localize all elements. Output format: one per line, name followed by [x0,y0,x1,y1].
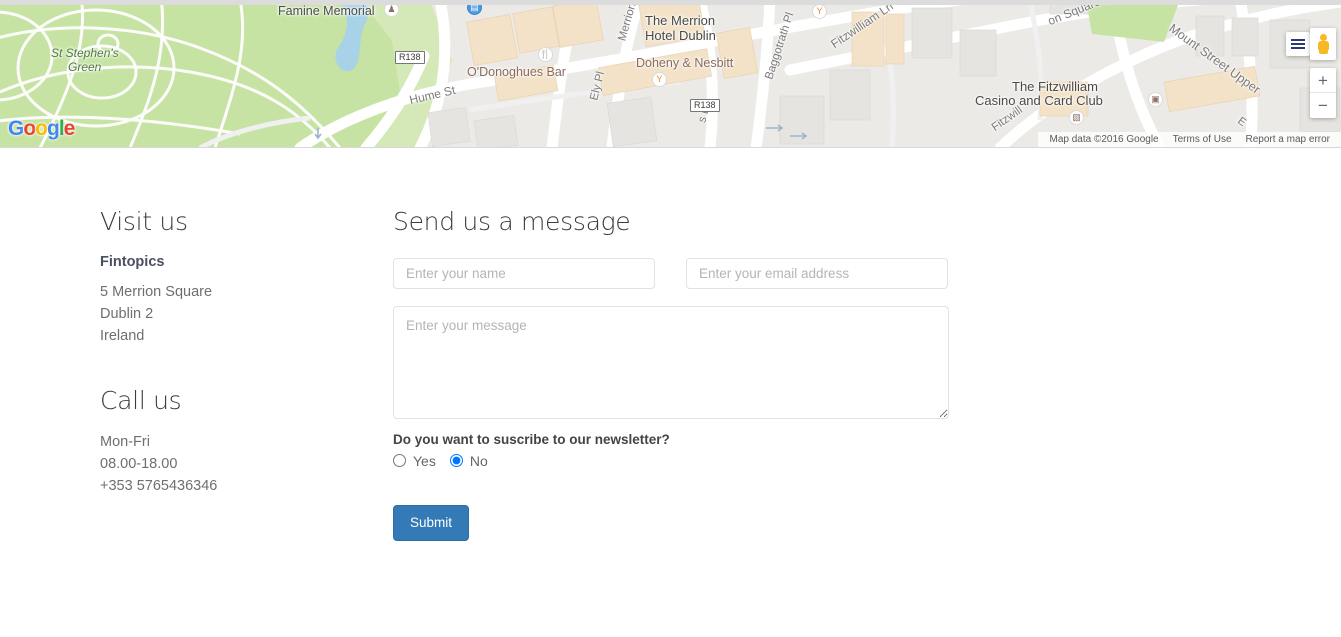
email-input[interactable] [686,257,948,289]
address-line: Dublin 2 [100,306,154,323]
report-map-error-link[interactable]: Report a map error [1239,134,1337,145]
casino-icon[interactable]: ▧ [1069,110,1084,125]
newsletter-label-no[interactable]: No [470,453,488,469]
map-region[interactable]: Famine Memorial St Stephen's Green O'Don… [0,0,1341,148]
column-spacer [100,347,360,387]
opening-hours: 08.00-18.00 [100,455,178,472]
pegman-icon [1317,34,1330,54]
call-us-heading: Call us [100,386,182,416]
zoom-out-button[interactable]: − [1310,93,1336,118]
hours-block: Mon-Fri 08.00-18.00 +353 5765436346 [100,431,360,497]
route-shield-r138: R138 [395,51,425,64]
camera-icon[interactable]: ▣ [1148,92,1163,107]
newsletter-option-yes[interactable]: Yes [393,453,436,469]
name-email-row [393,257,949,289]
name-input[interactable] [393,257,655,289]
newsletter-option-no[interactable]: No [449,453,488,469]
map-top-strip [0,0,1341,5]
map-type-menu-button[interactable] [1286,32,1310,56]
phone-number: +353 5765436346 [100,477,218,494]
newsletter-radio-no[interactable] [449,454,463,467]
contact-details-column: Visit us Fintopics 5 Merrion Square Dubl… [100,208,360,497]
contact-form[interactable]: Do you want to suscribe to our newslette… [393,257,949,542]
newsletter-question: Do you want to suscribe to our newslette… [393,431,670,447]
route-shield-r138: R138 [690,99,720,112]
zoom-in-button[interactable]: + [1310,68,1336,93]
map-data-credit: Map data ©2016 Google [1049,134,1159,145]
newsletter-radio-yes[interactable] [393,454,406,467]
terms-of-use-link[interactable]: Terms of Use [1166,134,1239,145]
hamburger-icon [1291,37,1305,51]
organization-name: Fintopics [100,253,165,270]
map-canvas [0,0,1341,147]
restaurant-icon[interactable]: 🍴 [538,47,553,62]
newsletter-radio-group[interactable]: Yes No [393,453,949,469]
zoom-controls[interactable]: + − [1310,68,1336,118]
newsletter-label-yes[interactable]: Yes [413,453,436,469]
bar-icon[interactable]: Y [812,4,827,19]
address-block: Fintopics 5 Merrion Square Dublin 2 Irel… [100,252,360,348]
address-line: Ireland [100,328,145,345]
google-logo[interactable]: Google [8,117,75,141]
contact-page-content: Visit us Fintopics 5 Merrion Square Dubl… [0,148,1341,542]
message-textarea[interactable] [393,305,949,419]
submit-button[interactable]: Submit [393,504,470,542]
contact-form-column: Send us a message Do you want to suscrib… [393,207,949,542]
address-line: 5 Merrion Square [100,284,213,301]
visit-us-heading: Visit us [100,207,188,236]
send-message-heading: Send us a message [393,207,631,236]
opening-days: Mon-Fri [100,433,150,450]
map-attribution: Map data ©2016 Google Terms of Use Repor… [1038,132,1341,147]
bar-icon[interactable]: Y [652,72,667,87]
street-view-pegman-button[interactable] [1310,28,1336,60]
